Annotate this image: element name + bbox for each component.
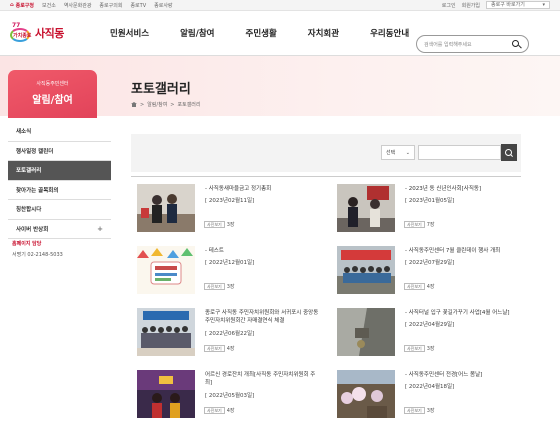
lnb-item-praise[interactable]: 칭찬합시다 (8, 200, 111, 220)
gallery-thumbnail[interactable] (137, 184, 195, 232)
nav-about[interactable]: 우리동안내 (370, 27, 409, 39)
gallery-thumbnail[interactable] (137, 370, 195, 418)
gallery-meta: 사진보기 4장 (204, 407, 235, 414)
gallery-date: [ 2022년06월22일] (205, 331, 255, 337)
jongno-office-link[interactable]: ⌂ 종로구청 (10, 2, 34, 9)
gallery-title[interactable]: - 2023년 동 신년인사회[사직동] (405, 185, 521, 193)
search-icon[interactable] (512, 39, 521, 49)
gallery-thumbnail[interactable] (137, 308, 195, 356)
side-menu: 새소식 행사일정 캘린더 포토갤러리 찾아가는 골목회의 칭찬합시다 사이버 반… (8, 122, 111, 239)
signup-link[interactable]: 회원가입 (462, 2, 480, 9)
gallery-item[interactable]: - 2023년 동 신년인사회[사직동] [ 2023년01월05일] 사진보기… (331, 177, 521, 239)
lnb-title-box: 사직동주민센터 알림/참여 (8, 70, 97, 118)
gallery-meta: 사진보기 7장 (404, 221, 435, 228)
gallery-meta: 사진보기 3장 (204, 283, 235, 290)
chevron-down-icon: ▾ (542, 2, 545, 8)
gallery-date: [ 2022년12월01일] (205, 260, 255, 266)
main-nav: 민원서비스 알림/참여 주민생활 자치회관 우리동안내 (110, 27, 440, 39)
gallery-thumbnail[interactable] (337, 184, 395, 232)
gallery-title[interactable]: - 사직터널 입구 꽃길가꾸기 사업[4월 어느날] (405, 309, 521, 317)
gallery-item[interactable]: - 사직동주민센터 전경[어느 봄날] [ 2022년04월18일] 사진보기 3… (331, 363, 521, 425)
breadcrumb-item[interactable]: 알림/참여 (147, 101, 167, 108)
gallery-meta: 사진보기 3장 (204, 221, 235, 228)
gallery-date: [ 2023년01월05일] (405, 198, 455, 204)
home-icon: ⌂ (10, 2, 14, 8)
view-photo-badge[interactable]: 사진보기 (204, 407, 225, 414)
site-name: 사직동 (35, 27, 64, 40)
view-photo-badge[interactable]: 사진보기 (204, 221, 225, 228)
search-box: 선택 ⌄ (131, 134, 521, 172)
gallery-date: [ 2023년02월11일] (205, 198, 255, 204)
gallery-title[interactable]: 어르신 경로잔치 개최[사직동 주민자치위원회 주최] (205, 371, 321, 387)
breadcrumb-sep-icon: > (140, 101, 145, 108)
gallery-date: [ 2022년05월03일] (205, 393, 255, 399)
lnb-item-calendar[interactable]: 행사일정 캘린더 (8, 142, 111, 161)
gallery-meta: 사진보기 4장 (404, 283, 435, 290)
breadcrumb-sep-icon: > (170, 101, 175, 108)
jongno-tv-link[interactable]: 종로TV (130, 2, 146, 9)
jongno-emblem-icon: 77 가치종로 (8, 22, 32, 44)
site-logo[interactable]: 77 가치종로 사직동 (8, 22, 76, 44)
gallery-item[interactable]: - 테스트 [ 2022년12월01일] 사진보기 3장 (131, 239, 321, 301)
lnb-item-alley-meeting[interactable]: 찾아가는 골목회의 (8, 181, 111, 200)
breadcrumb: > 알림/참여 > 포토갤러리 (131, 101, 201, 108)
gallery-title[interactable]: - 사직동새마을금고 정기총회 (205, 185, 321, 193)
council-link[interactable]: 종로구의회 (99, 2, 122, 9)
view-photo-badge[interactable]: 사진보기 (404, 345, 425, 352)
lnb-item-photo-gallery[interactable]: 포토갤러리 (8, 161, 111, 181)
view-photo-badge[interactable]: 사진보기 (204, 283, 225, 290)
gallery-meta: 사진보기 4장 (204, 345, 235, 352)
breadcrumb-item[interactable]: 포토갤러리 (178, 101, 201, 108)
search-field-select[interactable]: 선택 ⌄ (381, 145, 415, 160)
view-photo-badge[interactable]: 사진보기 (204, 345, 225, 352)
view-photo-badge[interactable]: 사진보기 (404, 407, 425, 414)
nav-notice[interactable]: 알림/참여 (180, 27, 214, 39)
view-photo-badge[interactable]: 사진보기 (404, 283, 425, 290)
chevron-down-icon: ⌄ (405, 149, 410, 156)
gallery-date: [ 2022년04월18일] (405, 384, 455, 390)
login-link[interactable]: 로그인 (442, 2, 456, 9)
gallery-grid: - 사직동새마을금고 정기총회 [ 2023년02월11일] 사진보기 3장 - … (131, 176, 521, 418)
gallery-meta: 사진보기 3장 (404, 407, 435, 414)
view-photo-badge[interactable]: 사진보기 (404, 221, 425, 228)
gallery-title[interactable]: - 테스트 (205, 247, 321, 255)
culture-tour-link[interactable]: 역사문화관광 (64, 2, 92, 9)
jongno-love-link[interactable]: 종로사랑 (154, 2, 172, 9)
contact-title: 홈페이지 담당 (12, 241, 42, 247)
gallery-thumbnail[interactable] (137, 246, 195, 294)
contact-info: 서명기 02-2148-5033 (12, 252, 63, 258)
lnb-item-news[interactable]: 새소식 (8, 122, 111, 142)
gallery-item[interactable]: 어르신 경로잔치 개최[사직동 주민자치위원회 주최] [ 2022년05월03… (131, 363, 321, 425)
gallery-title[interactable]: 종로구 사직동 주민자치위원회와 서귀포시 중앙동 주민자치위원회간 자매결연식… (205, 309, 321, 325)
plus-icon: + (97, 224, 103, 233)
gallery-thumbnail[interactable] (337, 308, 395, 356)
gallery-title[interactable]: - 사직동주민센터 7월 클린데이 행사 개최 (405, 247, 521, 255)
search-icon (505, 148, 513, 157)
gallery-item[interactable]: - 사직동새마을금고 정기총회 [ 2023년02월11일] 사진보기 3장 (131, 177, 321, 239)
gallery-item[interactable]: 종로구 사직동 주민자치위원회와 서귀포시 중앙동 주민자치위원회간 자매결연식… (131, 301, 321, 363)
gallery-thumbnail[interactable] (337, 370, 395, 418)
health-center-link[interactable]: 보건소 (42, 2, 56, 9)
lnb-item-cyber-meeting[interactable]: 사이버 반상회 + (8, 220, 111, 239)
page-title: 포토갤러리 (131, 82, 191, 97)
nav-living[interactable]: 주민생활 (246, 27, 277, 39)
gallery-meta: 사진보기 3장 (404, 345, 435, 352)
header: 77 가치종로 사직동 민원서비스 알림/참여 주민생활 자치회관 우리동안내 … (0, 11, 560, 56)
home-icon[interactable] (131, 102, 137, 107)
gallery-title[interactable]: - 사직동주민센터 전경[어느 봄날] (405, 371, 521, 379)
utility-bar: ⌂ 종로구청 보건소 역사문화관광 종로구의회 종로TV 종로사랑 로그인 회원가… (0, 0, 560, 11)
gallery-date: [ 2022년07월29일] (405, 260, 455, 266)
gallery-item[interactable]: - 사직터널 입구 꽃길가꾸기 사업[4월 어느날] [ 2022년04월29일… (331, 301, 521, 363)
nav-civil-service[interactable]: 민원서비스 (110, 27, 149, 39)
search-button[interactable] (501, 144, 517, 161)
gallery-date: [ 2022년04월29일] (405, 322, 455, 328)
shortcut-select[interactable]: 종로구 바로가기 ▾ (486, 1, 550, 9)
search-input[interactable]: 검색어를 입력해주세요 (416, 35, 529, 53)
nav-community-hall[interactable]: 자치회관 (308, 27, 339, 39)
gallery-item[interactable]: - 사직동주민센터 7월 클린데이 행사 개최 [ 2022년07월29일] 사… (331, 239, 521, 301)
gallery-thumbnail[interactable] (337, 246, 395, 294)
gallery-search-input[interactable] (418, 145, 501, 160)
